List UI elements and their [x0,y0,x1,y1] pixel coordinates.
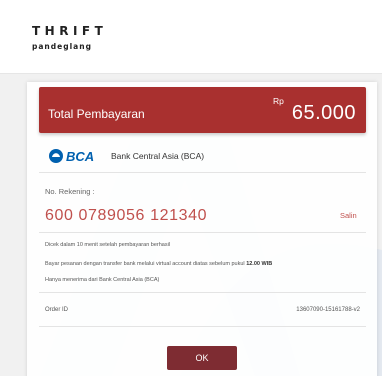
info-check-time: Dicek dalam 10 menit setelah pembayaran … [45,242,171,248]
total-payment-banner: Total Pembayaran Rp 65.000 [39,87,366,133]
total-amount: 65.000 [291,102,356,124]
brand-logo: THRIFT [32,24,108,38]
divider [39,292,366,293]
info-deadline-time: 12.00 WIB [246,261,273,267]
app-header: THRIFT pandeglang [0,0,382,74]
bank-name: Bank Central Asia (BCA) [111,151,205,161]
copy-button[interactable]: Salin [340,211,357,220]
info-deadline: Bayar pesanan dengan transfer bank melal… [45,261,272,267]
divider [39,232,366,233]
ok-button[interactable]: OK [167,346,237,370]
order-id-value: 13607090-15161788-v2 [296,307,360,313]
currency-label: Rp [273,96,284,106]
info-deadline-text: Bayar pesanan dengan transfer bank melal… [45,261,247,267]
bank-info-row: BCA Bank Central Asia (BCA) [39,143,366,173]
divider [39,326,366,327]
account-number: 600 0789056 121340 [45,207,208,224]
bca-logo-icon: BCA [49,149,94,164]
total-label: Total Pembayaran [48,107,145,121]
svg-text:BCA: BCA [66,149,94,164]
order-id-label: Order ID [45,307,69,313]
brand-subtitle: pandeglang [32,42,92,51]
account-number-label: No. Rekening : [45,187,95,196]
info-bank-only: Hanya menerima dari Bank Central Asia (B… [45,277,160,283]
